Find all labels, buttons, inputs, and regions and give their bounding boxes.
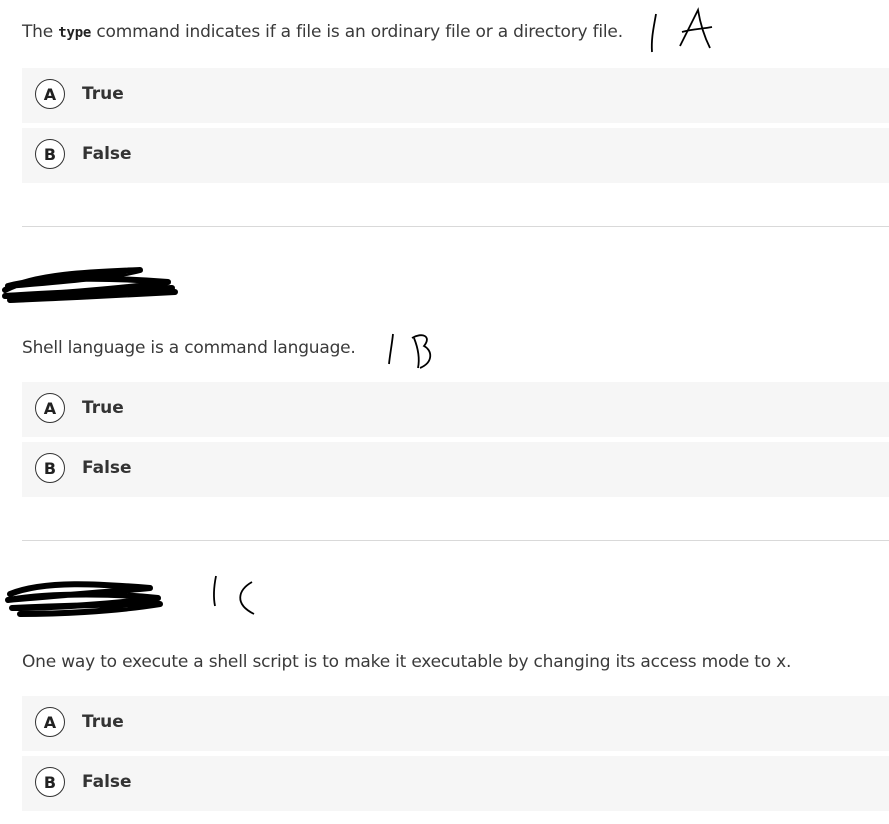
redaction-scribble <box>5 581 163 617</box>
redaction-scribble <box>2 267 178 303</box>
question-3-text: One way to execute a shell script is to … <box>22 652 792 672</box>
handwritten-annotation-3 <box>213 575 255 615</box>
option-label: True <box>82 398 124 418</box>
option-label: True <box>82 712 124 732</box>
type-command-code: type <box>58 25 92 41</box>
question-1-text: The type command indicates if a file is … <box>22 22 623 42</box>
option-label: True <box>82 84 124 104</box>
option-letter-badge: B <box>35 139 65 169</box>
option-letter-badge: A <box>35 79 65 109</box>
question-2-text: Shell language is a command language. <box>22 338 356 358</box>
option-label: False <box>82 458 132 478</box>
question-2-option-a[interactable]: A True <box>22 382 889 437</box>
option-letter-badge: B <box>35 767 65 797</box>
option-label: False <box>82 144 132 164</box>
section-divider <box>22 226 889 227</box>
question-1-option-b[interactable]: B False <box>22 128 889 183</box>
option-label: False <box>82 772 132 792</box>
question-3-option-a[interactable]: A True <box>22 696 889 751</box>
option-letter-badge: A <box>35 707 65 737</box>
section-divider <box>22 540 889 541</box>
handwritten-annotation-2 <box>388 333 432 369</box>
option-letter-badge: A <box>35 393 65 423</box>
question-1-option-a[interactable]: A True <box>22 68 889 123</box>
option-letter-badge: B <box>35 453 65 483</box>
handwritten-annotation-1 <box>650 7 713 53</box>
question-2-option-b[interactable]: B False <box>22 442 889 497</box>
question-3-option-b[interactable]: B False <box>22 756 889 811</box>
